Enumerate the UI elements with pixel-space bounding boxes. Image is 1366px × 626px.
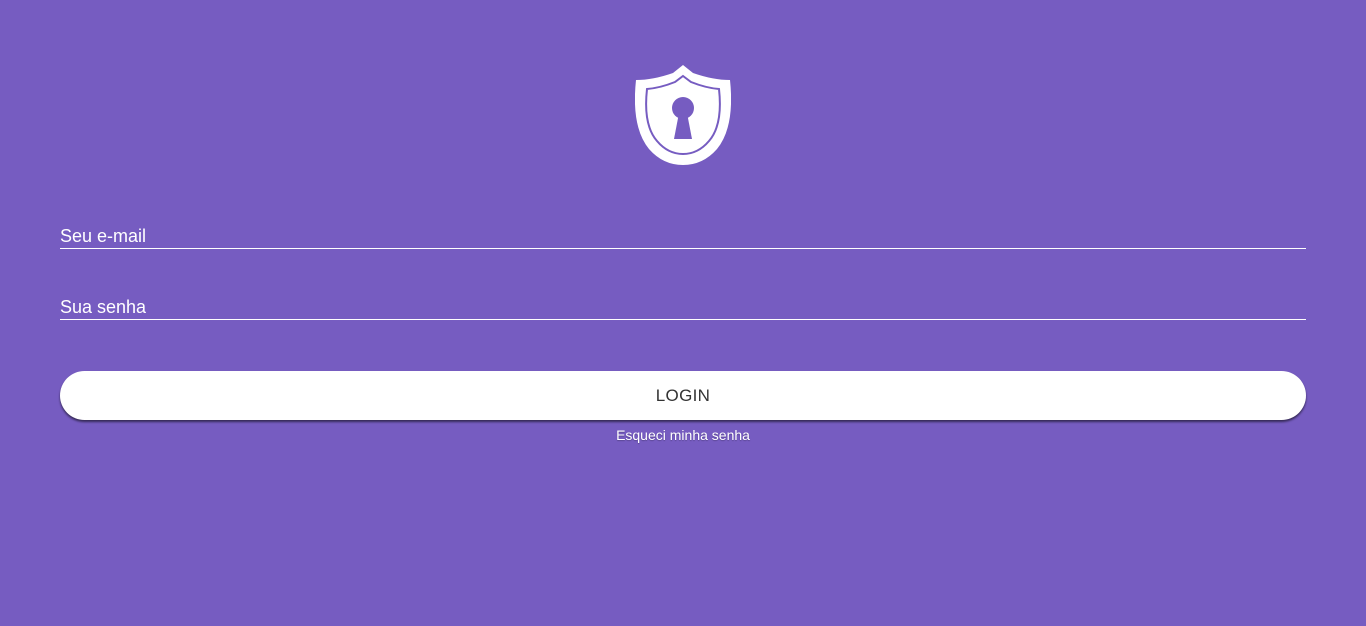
password-field[interactable] bbox=[60, 296, 1306, 320]
forgot-password-link[interactable]: Esqueci minha senha bbox=[616, 427, 750, 443]
login-button[interactable]: LOGIN bbox=[60, 371, 1306, 420]
password-field-container bbox=[60, 296, 1306, 320]
forgot-password-container: Esqueci minha senha bbox=[0, 427, 1366, 443]
email-field[interactable] bbox=[60, 225, 1306, 249]
email-field-container bbox=[60, 225, 1306, 249]
shield-keyhole-icon bbox=[635, 65, 731, 165]
